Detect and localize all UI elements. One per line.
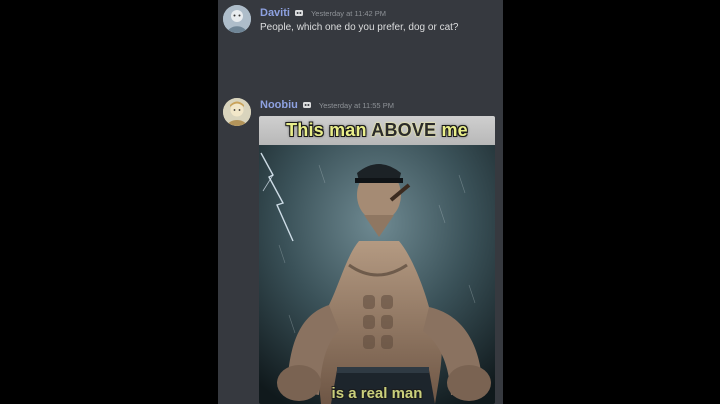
message-noobiu: Noobiu Yesterday at 11:55 PM This man AB… xyxy=(218,92,503,404)
caption-emphasis: ABOVE xyxy=(371,120,437,140)
avatar-image xyxy=(223,98,251,126)
timestamp: Yesterday at 11:42 PM xyxy=(310,8,387,18)
message-header: Noobiu Yesterday at 11:55 PM xyxy=(260,99,394,111)
caption-part1: This man xyxy=(286,120,372,140)
avatar[interactable] xyxy=(223,98,251,126)
message-header: Daviti Yesterday at 11:42 PM xyxy=(260,7,386,19)
username[interactable]: Noobiu xyxy=(260,99,298,111)
image-attachment[interactable]: This man ABOVE me is a real man xyxy=(259,116,495,404)
username[interactable]: Daviti xyxy=(260,7,290,19)
meme-caption-bottom: is a real man xyxy=(331,385,423,402)
caption-part2: me xyxy=(436,120,468,140)
meme-caption-top: This man ABOVE me xyxy=(259,116,495,145)
timestamp: Yesterday at 11:55 PM xyxy=(318,100,394,110)
message-text: People, which one do you prefer, dog or … xyxy=(260,22,459,33)
chat-panel: Daviti Yesterday at 11:42 PM People, whi… xyxy=(218,0,503,404)
avatar-image xyxy=(223,5,251,33)
bot-badge-icon xyxy=(302,100,312,110)
meme-image xyxy=(259,145,495,404)
avatar[interactable] xyxy=(223,5,251,33)
bot-badge-icon xyxy=(294,8,304,18)
message-daviti: Daviti Yesterday at 11:42 PM People, whi… xyxy=(218,0,503,60)
